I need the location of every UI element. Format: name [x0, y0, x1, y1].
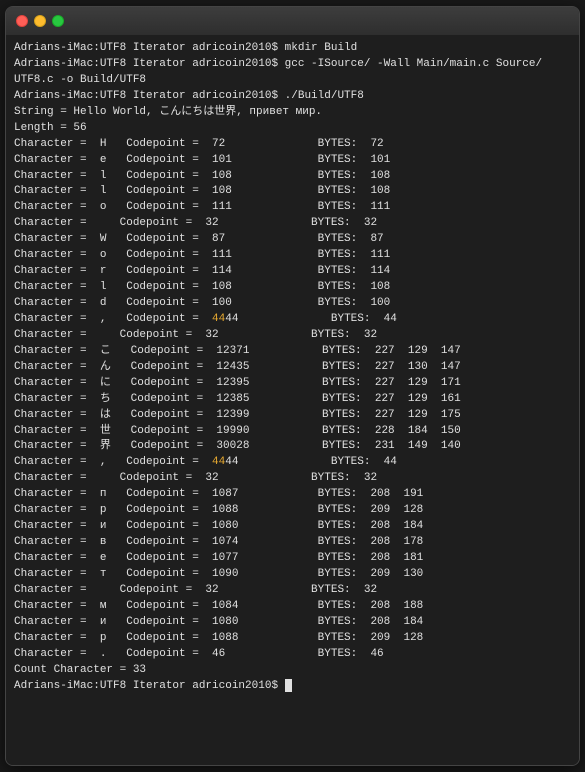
terminal-line: Character = и Codepoint = 1080 BYTES: 20… [14, 615, 571, 631]
terminal-line: Character = W Codepoint = 87 BYTES: 87 [14, 232, 571, 248]
terminal-line: UTF8.c -o Build/UTF8 [14, 73, 571, 89]
terminal-line: Character = o Codepoint = 111 BYTES: 111 [14, 248, 571, 264]
terminal-line: Character = 世 Codepoint = 19990 BYTES: 2… [14, 424, 571, 440]
orange-codepoint: 44 [212, 313, 225, 325]
terminal-line: Character = е Codepoint = 1077 BYTES: 20… [14, 551, 571, 567]
terminal-line: Character = , Codepoint = 4444 BYTES: 44 [14, 455, 571, 471]
terminal-line: Character = に Codepoint = 12395 BYTES: 2… [14, 376, 571, 392]
terminal-line: Character = こ Codepoint = 12371 BYTES: 2… [14, 344, 571, 360]
terminal-line: Adrians-iMac:UTF8 Iterator adricoin2010$… [14, 57, 571, 73]
terminal-line: Character = Codepoint = 32 BYTES: 32 [14, 328, 571, 344]
terminal-line: Character = м Codepoint = 1084 BYTES: 20… [14, 599, 571, 615]
terminal-line: Character = в Codepoint = 1074 BYTES: 20… [14, 535, 571, 551]
terminal-line: Character = . Codepoint = 46 BYTES: 46 [14, 647, 571, 663]
terminal-line: Character = т Codepoint = 1090 BYTES: 20… [14, 567, 571, 583]
terminal-line: String = Hello World, こんにちは世界, привет ми… [14, 105, 571, 121]
orange-codepoint: 44 [212, 456, 225, 468]
close-button[interactable] [16, 15, 28, 27]
terminal-window: Adrians-iMac:UTF8 Iterator adricoin2010$… [5, 6, 580, 766]
terminal-line: Adrians-iMac:UTF8 Iterator adricoin2010$ [14, 679, 571, 695]
terminal-line: Character = Codepoint = 32 BYTES: 32 [14, 216, 571, 232]
terminal-line: Adrians-iMac:UTF8 Iterator adricoin2010$… [14, 41, 571, 57]
terminal-line: Character = e Codepoint = 101 BYTES: 101 [14, 153, 571, 169]
terminal-content[interactable]: Adrians-iMac:UTF8 Iterator adricoin2010$… [6, 35, 579, 765]
terminal-line: Character = ち Codepoint = 12385 BYTES: 2… [14, 392, 571, 408]
terminal-line: Character = ん Codepoint = 12435 BYTES: 2… [14, 360, 571, 376]
titlebar [6, 7, 579, 35]
terminal-line: Character = d Codepoint = 100 BYTES: 100 [14, 296, 571, 312]
terminal-line: Length = 56 [14, 121, 571, 137]
terminal-line: Character = は Codepoint = 12399 BYTES: 2… [14, 408, 571, 424]
maximize-button[interactable] [52, 15, 64, 27]
terminal-line: Character = , Codepoint = 4444 BYTES: 44 [14, 312, 571, 328]
terminal-line: Character = п Codepoint = 1087 BYTES: 20… [14, 487, 571, 503]
terminal-line: Character = l Codepoint = 108 BYTES: 108 [14, 280, 571, 296]
terminal-line: Character = r Codepoint = 114 BYTES: 114 [14, 264, 571, 280]
terminal-line: Character = Codepoint = 32 BYTES: 32 [14, 583, 571, 599]
terminal-line: Adrians-iMac:UTF8 Iterator adricoin2010$… [14, 89, 571, 105]
terminal-line: Character = Codepoint = 32 BYTES: 32 [14, 471, 571, 487]
terminal-line: Count Character = 33 [14, 663, 571, 679]
terminal-line: Character = р Codepoint = 1088 BYTES: 20… [14, 503, 571, 519]
terminal-line: Character = o Codepoint = 111 BYTES: 111 [14, 200, 571, 216]
terminal-line: Character = 界 Codepoint = 30028 BYTES: 2… [14, 439, 571, 455]
minimize-button[interactable] [34, 15, 46, 27]
cursor [285, 679, 292, 692]
terminal-line: Character = l Codepoint = 108 BYTES: 108 [14, 184, 571, 200]
terminal-line: Character = l Codepoint = 108 BYTES: 108 [14, 169, 571, 185]
terminal-line: Character = р Codepoint = 1088 BYTES: 20… [14, 631, 571, 647]
terminal-line: Character = H Codepoint = 72 BYTES: 72 [14, 137, 571, 153]
terminal-line: Character = и Codepoint = 1080 BYTES: 20… [14, 519, 571, 535]
